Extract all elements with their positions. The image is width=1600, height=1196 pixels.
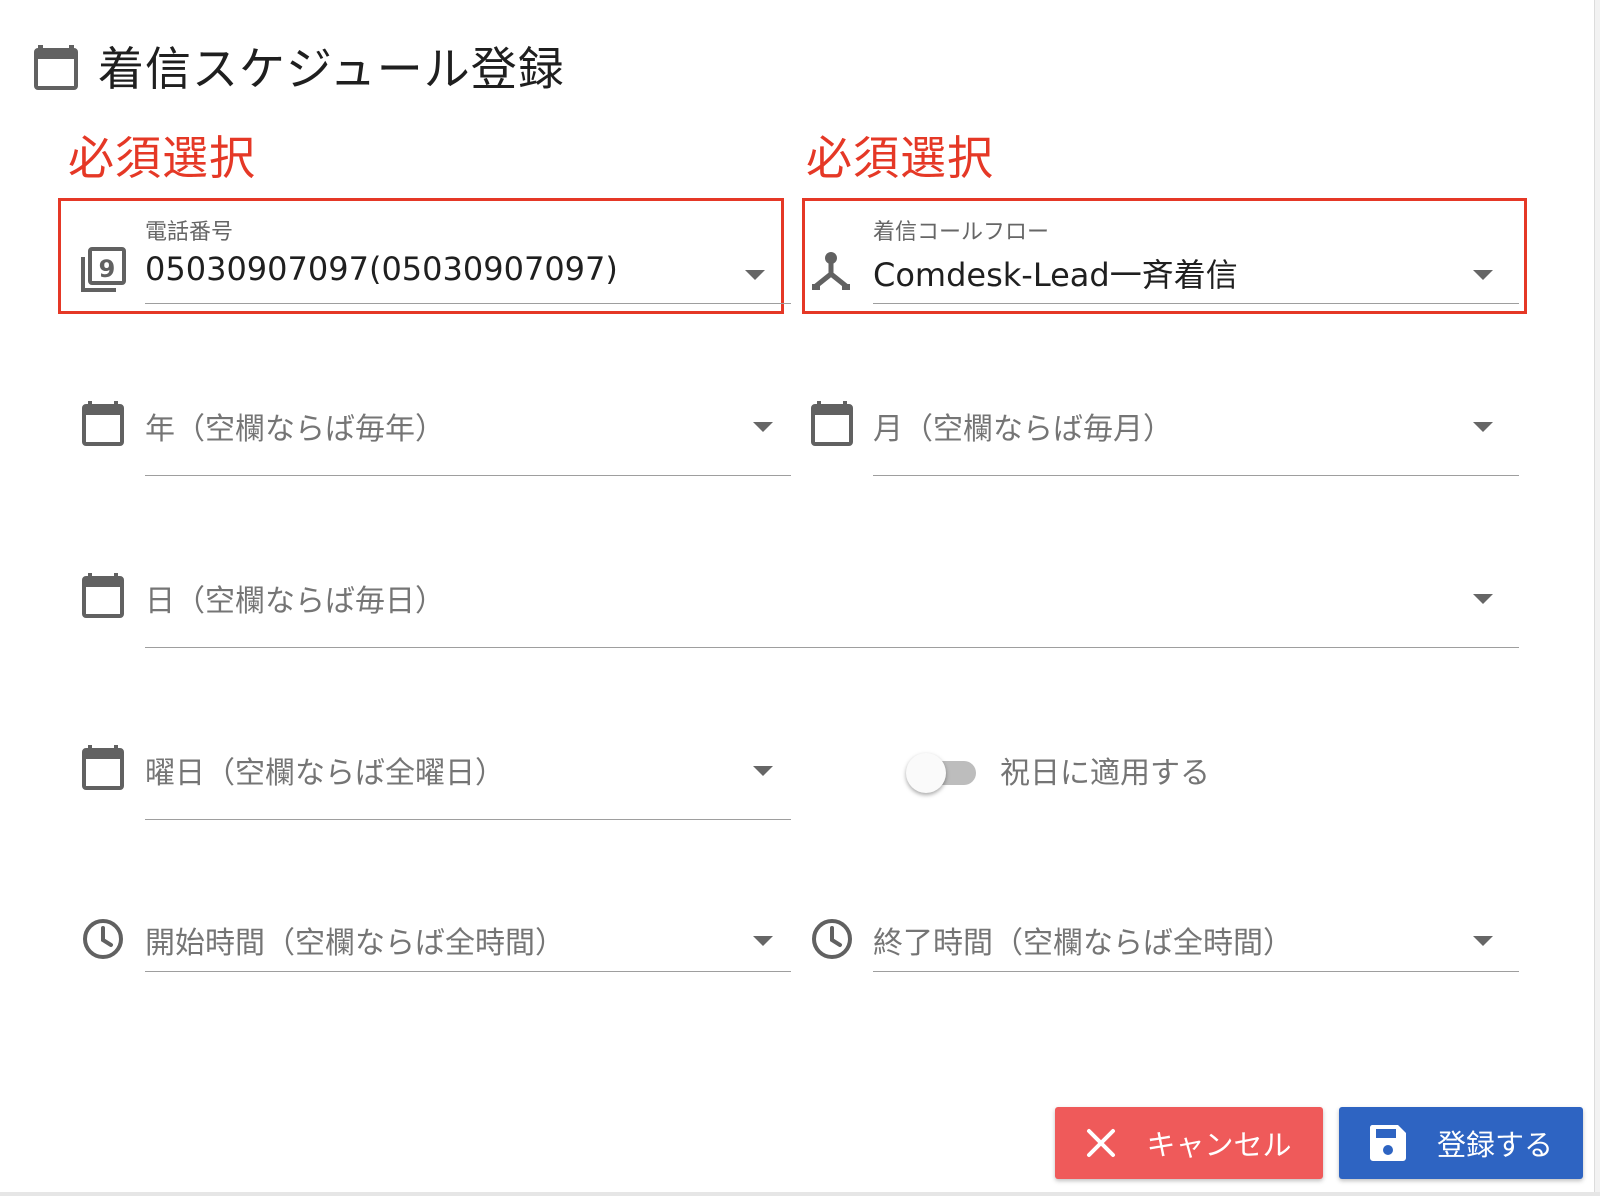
weekday-select[interactable]: 曜日（空欄ならば全曜日） [145,744,791,820]
dialog-bottom-edge [0,1192,1600,1196]
calendar-icon [34,45,78,90]
month-underline [873,475,1519,476]
chevron-down-icon [753,422,773,432]
chevron-down-icon [1473,936,1493,946]
cancel-button[interactable]: キャンセル [1055,1107,1323,1179]
holiday-toggle-label: 祝日に適用する [1000,756,1210,791]
phone-number-underline [145,303,791,304]
chevron-down-icon [1473,422,1493,432]
dialog-right-edge [1594,0,1600,1196]
start-time-placeholder: 開始時間（空欄ならば全時間） [145,926,565,961]
page-title: 着信スケジュール登録 [98,42,565,96]
calendar-icon [82,745,124,790]
save-button[interactable]: 登録する [1339,1107,1583,1179]
calendar-icon [82,573,124,618]
weekday-underline [145,819,791,820]
call-split-icon [812,252,850,290]
dialpad-number-icon: 9 [81,247,126,292]
year-placeholder: 年（空欄ならば毎年） [145,412,445,447]
clock-icon [812,919,852,959]
end-time-underline [873,971,1519,972]
start-time-underline [145,971,791,972]
chevron-down-icon [753,766,773,776]
start-time-select[interactable]: 開始時間（空欄ならば全時間） [145,914,791,972]
phone-number-label: 電話番号 [145,220,234,245]
end-time-select[interactable]: 終了時間（空欄ならば全時間） [873,914,1519,972]
calendar-icon [82,401,124,446]
day-underline [145,647,1519,648]
clock-icon [83,919,123,959]
chevron-down-icon [1473,594,1493,604]
calendar-icon [811,401,853,446]
save-button-label: 登録する [1436,1128,1553,1162]
holiday-toggle[interactable] [906,752,978,793]
holiday-toggle-thumb [906,753,946,793]
chevron-down-icon [753,936,773,946]
day-select[interactable]: 日（空欄ならば毎日） [145,572,1519,648]
call-flow-label: 着信コールフロー [873,220,1050,245]
end-time-placeholder: 終了時間（空欄ならば全時間） [873,926,1293,961]
month-placeholder: 月（空欄ならば毎月） [873,412,1173,447]
month-select[interactable]: 月（空欄ならば毎月） [873,400,1519,476]
chevron-down-icon [1473,270,1493,280]
dialog-title-row: 着信スケジュール登録 [34,36,565,96]
day-placeholder: 日（空欄ならば毎日） [145,584,445,619]
required-label-left: 必須選択 [68,131,256,185]
chevron-down-icon [745,270,765,280]
svg-text:9: 9 [99,255,116,283]
call-flow-value: Comdesk-Lead一斉着信 [873,256,1238,294]
call-flow-underline [873,303,1519,304]
required-label-right: 必須選択 [806,131,994,185]
cancel-button-label: キャンセル [1146,1128,1292,1162]
phone-number-select[interactable]: 電話番号 05030907097(05030907097) [145,214,791,304]
weekday-placeholder: 曜日（空欄ならば全曜日） [145,756,505,791]
floppy-disk-icon [1369,1125,1406,1161]
year-underline [145,475,791,476]
phone-number-value: 05030907097(05030907097) [145,250,618,288]
call-flow-select[interactable]: 着信コールフロー Comdesk-Lead一斉着信 [873,214,1519,304]
close-icon [1087,1129,1116,1157]
year-select[interactable]: 年（空欄ならば毎年） [145,400,791,476]
